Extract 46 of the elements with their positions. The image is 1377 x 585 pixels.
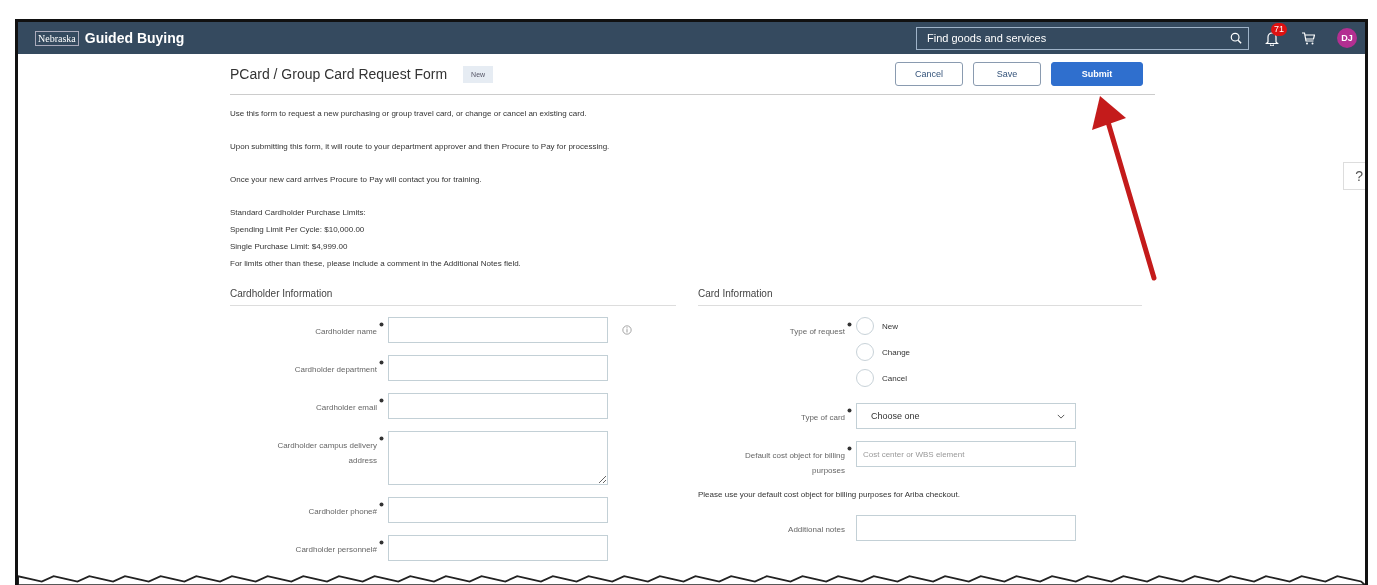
input-field[interactable] bbox=[388, 393, 608, 419]
input-field[interactable] bbox=[388, 355, 608, 381]
field-label: Additional notes bbox=[788, 524, 845, 536]
section-heading: Cardholder Information bbox=[230, 288, 676, 306]
notification-bell-icon bbox=[1265, 30, 1279, 46]
notification-badge: 71 bbox=[1271, 22, 1287, 36]
help-tab[interactable]: ? bbox=[1343, 162, 1365, 190]
form-title: PCard / Group Card Request Form bbox=[230, 66, 448, 82]
chevron-down-icon bbox=[1057, 413, 1065, 419]
input-field[interactable] bbox=[388, 535, 608, 561]
section-heading: Card Information bbox=[698, 288, 1142, 306]
action-button[interactable]: Save bbox=[973, 62, 1041, 86]
intro-text: Standard Cardholder Purchase Limits: bbox=[230, 207, 367, 219]
field-label: Cardholder personnel# bbox=[295, 544, 377, 556]
submit-button[interactable]: Submit bbox=[1051, 62, 1143, 86]
field-label: Cardholder name bbox=[315, 326, 377, 338]
field-label: Cardholder email bbox=[316, 402, 377, 414]
action-button[interactable]: Cancel bbox=[895, 62, 963, 86]
field-label: Cardholder campus delivery address bbox=[276, 440, 377, 467]
input-field[interactable] bbox=[388, 497, 608, 523]
field-label: Type of request bbox=[789, 326, 845, 338]
app-title: Guided Buying bbox=[84, 30, 185, 46]
field-label: Cardholder phone# bbox=[308, 506, 377, 518]
radio-label: Cancel bbox=[882, 373, 907, 383]
field-label: Default cost object for billing purposes bbox=[743, 450, 845, 477]
radio-label: Change bbox=[882, 347, 911, 357]
cart-icon bbox=[1301, 31, 1315, 45]
search-icon bbox=[1230, 31, 1242, 44]
intro-text: For limits other than these, please include a comment in the Additional Notes field. bbox=[230, 258, 522, 270]
intro-text: Upon submitting this form, it will route to your department approver and then Procure to Pay for processing. bbox=[230, 141, 611, 153]
logo: Nebraska bbox=[35, 30, 79, 46]
field-label: Type of card bbox=[800, 412, 845, 424]
user-avatar[interactable]: DJ bbox=[1337, 28, 1357, 48]
intro-text: Use this form to request a new purchasing or group travel card, or change or cancel an existing card. bbox=[230, 108, 588, 120]
input-field[interactable]: Cost center or WBS element bbox=[856, 441, 1076, 467]
dropdown[interactable]: Choose one bbox=[856, 403, 1076, 429]
intro-text: Once your new card arrives Procure to Pay will contact you for training. bbox=[230, 174, 483, 186]
text-area[interactable] bbox=[388, 431, 608, 485]
input-field[interactable] bbox=[388, 317, 608, 343]
note-text: Please use your default cost object for billing purposes for Ariba checkout. bbox=[698, 490, 961, 499]
radio-label: New bbox=[882, 321, 898, 331]
intro-text: Single Purchase Limit: $4,999.00 bbox=[230, 241, 349, 253]
input-field[interactable] bbox=[856, 515, 1076, 541]
search-field[interactable]: Find goods and services bbox=[916, 26, 1249, 50]
intro-text: Spending Limit Per Cycle: $10,000.00 bbox=[230, 224, 366, 236]
field-label: Cardholder department bbox=[294, 364, 377, 376]
